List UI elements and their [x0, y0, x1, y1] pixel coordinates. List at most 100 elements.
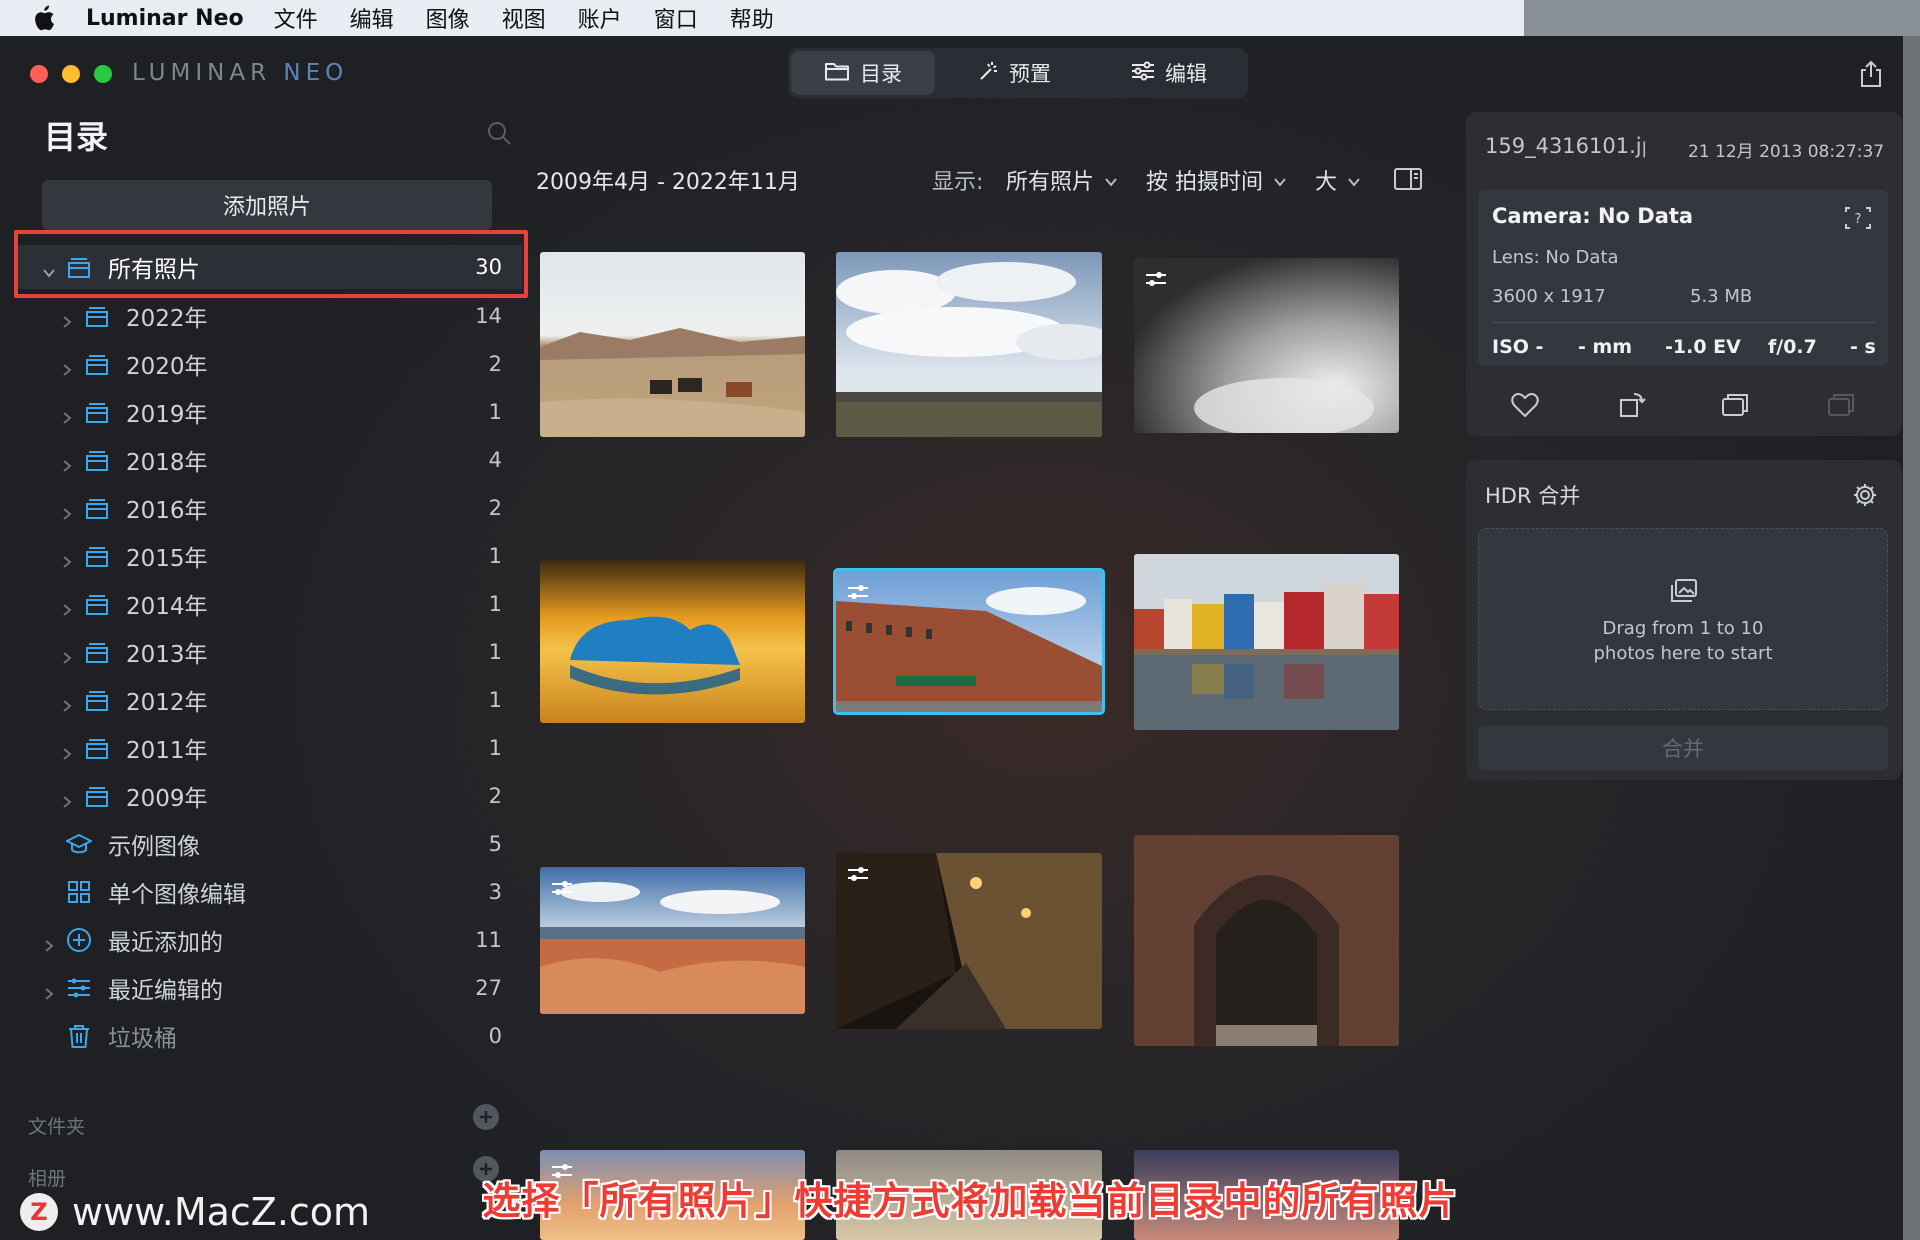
show-filter-dropdown[interactable]: 所有照片 [1006, 164, 1118, 196]
lens-label: Lens: No Data [1492, 247, 1619, 268]
photo-thumbnail[interactable] [1134, 258, 1399, 433]
chevron-right-icon[interactable] [60, 693, 74, 712]
chevron-right-icon[interactable] [60, 453, 74, 472]
focal-length-value: - mm [1578, 336, 1633, 358]
chevron-right-icon[interactable] [60, 741, 74, 760]
chevron-right-icon[interactable] [60, 309, 74, 328]
sliders-icon [1131, 61, 1155, 86]
side-panel-toggle-icon[interactable] [1394, 168, 1422, 190]
chevron-right-icon[interactable] [60, 405, 74, 424]
sidebar-item-trash[interactable]: 垃圾桶 0 [16, 1014, 522, 1058]
photo-thumbnail[interactable] [1134, 835, 1399, 1046]
app-logo: LUMINAR NEO [132, 60, 348, 86]
photo-thumbnail[interactable] [836, 252, 1102, 437]
sliders-icon [66, 975, 92, 1001]
menu-image[interactable]: 图像 [426, 2, 470, 34]
watermark: Z www.MacZ.com [20, 1190, 370, 1234]
sidebar-item-count: 1 [488, 400, 502, 424]
menu-account[interactable]: 账户 [578, 2, 622, 34]
sidebar-item-year[interactable]: 2022年 14 [16, 294, 522, 338]
chevron-right-icon[interactable] [42, 933, 56, 952]
cloudy-field-photo [836, 252, 1102, 437]
sidebar-item-year[interactable]: 2015年 1 [16, 534, 522, 578]
sidebar-item-label: 2015年 [126, 546, 208, 572]
photo-stack-icon [84, 639, 110, 665]
chevron-right-icon[interactable] [60, 789, 74, 808]
chevron-down-icon [1273, 168, 1287, 193]
plus-icon [480, 1111, 492, 1123]
macos-menubar: Luminar Neo 文件 编辑 图像 视图 账户 窗口 帮助 [0, 0, 1524, 36]
menu-view[interactable]: 视图 [502, 2, 546, 34]
photo-thumbnail[interactable] [1134, 554, 1399, 730]
sort-dropdown[interactable]: 按 拍摄时间 [1146, 164, 1287, 196]
sidebar-item-year[interactable]: 2013年 1 [16, 630, 522, 674]
chevron-right-icon[interactable] [42, 981, 56, 1000]
sidebar-item-recently-added[interactable]: 最近添加的 11 [16, 918, 522, 962]
search-icon[interactable] [486, 120, 512, 146]
photo-stack-icon [84, 495, 110, 521]
sidebar-item-sample-images[interactable]: 示例图像 5 [16, 822, 522, 866]
edited-badge-icon [550, 877, 574, 899]
sidebar-item-count: 5 [488, 832, 502, 856]
logo-text-neo: NEO [283, 60, 349, 86]
rotate-icon[interactable] [1617, 390, 1647, 420]
chevron-right-icon[interactable] [60, 549, 74, 568]
chevron-right-icon[interactable] [60, 501, 74, 520]
help-icon[interactable]: ? [1844, 206, 1872, 230]
sidebar-item-year[interactable]: 2009年 2 [16, 774, 522, 818]
photo-thumbnail[interactable] [836, 853, 1102, 1029]
chevron-right-icon[interactable] [60, 597, 74, 616]
chevron-right-icon[interactable] [60, 357, 74, 376]
thumbnail-size-dropdown[interactable]: 大 [1315, 164, 1361, 196]
sidebar-item-count: 1 [488, 544, 502, 568]
edited-badge-icon [846, 863, 870, 885]
favorite-heart-icon[interactable] [1510, 390, 1540, 420]
window-maximize-button[interactable] [94, 65, 112, 83]
menu-edit[interactable]: 编辑 [350, 2, 394, 34]
photo-thumbnail-selected[interactable] [833, 568, 1105, 715]
menu-help[interactable]: 帮助 [730, 2, 774, 34]
watermark-text: www.MacZ.com [72, 1190, 371, 1234]
sidebar-item-year[interactable]: 2020年 2 [16, 342, 522, 386]
add-folder-button[interactable] [473, 1104, 499, 1130]
menu-file[interactable]: 文件 [274, 2, 318, 34]
sidebar-item-recently-edited[interactable]: 最近编辑的 27 [16, 966, 522, 1010]
menu-window[interactable]: 窗口 [654, 2, 698, 34]
add-photos-button[interactable]: 添加照片 [42, 180, 492, 230]
grid-icon [66, 879, 92, 905]
window-close-button[interactable] [30, 65, 48, 83]
tab-edit[interactable]: 编辑 [1093, 51, 1245, 95]
photo-thumbnail[interactable] [540, 867, 805, 1014]
hdr-drop-text: Drag from 1 to 10 photos here to start [1478, 616, 1888, 666]
night-alley-photo [836, 853, 1102, 1029]
sidebar-item-label: 2019年 [126, 402, 208, 428]
sidebar-item-year[interactable]: 2016年 2 [16, 486, 522, 530]
hdr-drop-line1: Drag from 1 to 10 [1602, 618, 1764, 639]
apple-icon[interactable] [30, 4, 58, 32]
duplicate-icon[interactable] [1720, 390, 1750, 420]
sidebar-item-year[interactable]: 2011年 1 [16, 726, 522, 770]
menu-app-name[interactable]: Luminar Neo [86, 6, 244, 31]
sidebar-item-year[interactable]: 2014年 1 [16, 582, 522, 626]
show-filter-label: 显示: [932, 170, 984, 195]
hdr-merge-button[interactable]: 合并 [1478, 726, 1888, 770]
sidebar-item-year[interactable]: 2018年 4 [16, 438, 522, 482]
gear-icon[interactable] [1852, 482, 1878, 508]
sidebar-item-single-edits[interactable]: 单个图像编辑 3 [16, 870, 522, 914]
date-range-label: 2009年4月 - 2022年11月 [536, 170, 800, 195]
sidebar-item-label: 2013年 [126, 642, 208, 668]
thumbnail-size-value: 大 [1315, 170, 1338, 195]
share-icon[interactable] [1858, 60, 1884, 88]
window-minimize-button[interactable] [62, 65, 80, 83]
sidebar-item-year[interactable]: 2012年 1 [16, 678, 522, 722]
photo-thumbnail[interactable] [540, 252, 805, 437]
sidebar-item-label: 2014年 [126, 594, 208, 620]
chevron-right-icon[interactable] [60, 645, 74, 664]
sidebar-title: 目录 [44, 118, 109, 156]
edited-badge-icon [846, 581, 870, 603]
resolution-value: 3600 x 1917 [1492, 286, 1606, 307]
photo-thumbnail[interactable] [540, 560, 805, 723]
tab-catalog[interactable]: 目录 [791, 51, 935, 95]
sidebar-item-year[interactable]: 2019年 1 [16, 390, 522, 434]
tab-presets[interactable]: 预置 [935, 51, 1093, 95]
